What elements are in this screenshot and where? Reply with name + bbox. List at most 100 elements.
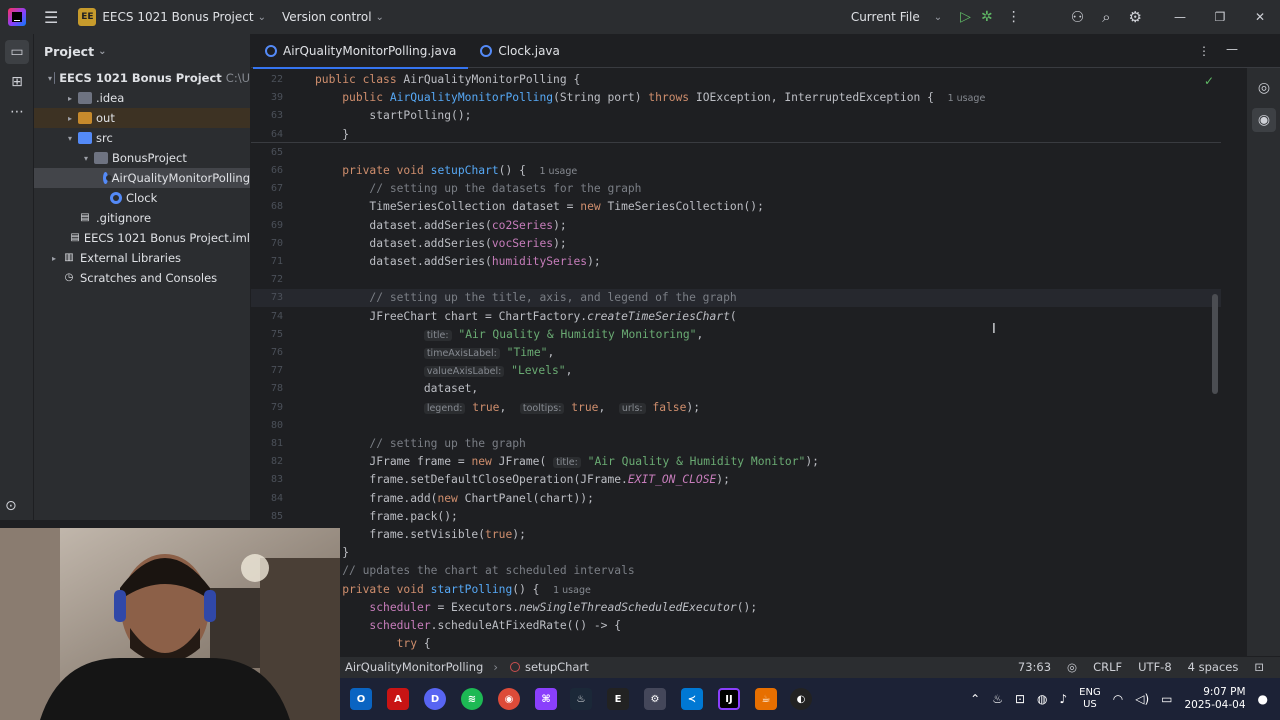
code-line[interactable]: 75 title: "Air Quality & Humidity Monito… xyxy=(251,326,1221,344)
tray-overflow-icon[interactable]: ⌃ xyxy=(970,692,980,706)
indent-setting[interactable]: 4 spaces xyxy=(1188,660,1239,674)
collapsed-arrow-icon[interactable]: ▸ xyxy=(64,114,76,123)
epic-games-app-icon[interactable]: E xyxy=(607,688,629,710)
code-line[interactable]: 85 frame.pack(); xyxy=(251,508,1221,526)
hide-panel-icon[interactable]: — xyxy=(1226,42,1238,56)
code-line[interactable]: 82 JFrame frame = new JFrame( title: "Ai… xyxy=(251,453,1221,471)
code-line[interactable]: 67 // setting up the datasets for the gr… xyxy=(251,180,1221,198)
structure-tool-icon[interactable]: ⊞ xyxy=(5,70,29,94)
project-name[interactable]: EECS 1021 Bonus Project xyxy=(102,10,253,24)
code-line[interactable]: 84 frame.add(new ChartPanel(chart)); xyxy=(251,490,1221,508)
steam-app-icon[interactable]: ♨ xyxy=(570,688,592,710)
file-encoding[interactable]: UTF-8 xyxy=(1138,660,1172,674)
tree-item[interactable]: AirQualityMonitorPolling xyxy=(34,168,250,188)
tree-item[interactable]: Clock xyxy=(34,188,250,208)
steam-tray-icon[interactable]: ♨ xyxy=(992,692,1003,706)
code-line[interactable]: 81 // setting up the graph xyxy=(251,435,1221,453)
readonly-toggle-icon[interactable]: ⊡ xyxy=(1254,660,1264,674)
intellij-logo-icon[interactable] xyxy=(8,8,26,26)
code-line[interactable]: 65 xyxy=(251,144,1221,162)
code-line[interactable]: 80 xyxy=(251,417,1221,435)
tree-item[interactable]: ▾ src xyxy=(34,128,250,148)
github-app-icon[interactable]: ◐ xyxy=(790,688,812,710)
code-line[interactable]: 92 try { xyxy=(251,635,1221,653)
breadcrumb-class[interactable]: AirQualityMonitorPolling xyxy=(345,660,483,674)
code-line[interactable]: 83 frame.setDefaultCloseOperation(JFrame… xyxy=(251,471,1221,489)
ai-status-icon[interactable]: ◎ xyxy=(1067,660,1077,674)
chevron-down-icon[interactable]: ⌄ xyxy=(376,12,384,23)
chevron-down-icon[interactable]: ⌄ xyxy=(934,12,942,23)
chrome-app-icon[interactable]: ◉ xyxy=(498,688,520,710)
expanded-arrow-icon[interactable]: ▾ xyxy=(48,74,52,83)
tab-options-icon[interactable]: ⋮ xyxy=(1198,44,1210,58)
vscode-app-icon[interactable]: ≺ xyxy=(681,688,703,710)
visual-studio-app-icon[interactable]: ⌘ xyxy=(535,688,557,710)
tab-airquality[interactable]: AirQualityMonitorPolling.java xyxy=(253,34,469,69)
code-line[interactable]: 66 private void setupChart() { 1 usage xyxy=(251,162,1221,180)
settings-gear-icon[interactable]: ⚙ xyxy=(1129,8,1142,26)
code-line[interactable]: 91 scheduler.scheduleAtFixedRate(() -> { xyxy=(251,617,1221,635)
notifications-icon[interactable]: ◎ xyxy=(1252,76,1276,100)
caret-position[interactable]: 73:63 xyxy=(1018,660,1051,674)
intellij-app-icon[interactable]: IJ xyxy=(718,688,740,710)
debug-icon[interactable]: ✲ xyxy=(981,9,993,25)
vertical-scrollbar[interactable] xyxy=(1212,294,1218,394)
tab-clock[interactable]: Clock.java xyxy=(468,34,572,68)
no-problems-check-icon[interactable]: ✓ xyxy=(1204,74,1214,88)
add-user-icon[interactable]: ⚇ xyxy=(1071,8,1084,26)
code-line[interactable]: 76 timeAxisLabel: "Time", xyxy=(251,344,1221,362)
code-line[interactable]: 71 dataset.addSeries(humiditySeries); xyxy=(251,253,1221,271)
minimize-icon[interactable]: — xyxy=(1160,10,1200,24)
code-line[interactable]: 88 // updates the chart at scheduled int… xyxy=(251,562,1221,580)
code-line[interactable]: 78 dataset, xyxy=(251,380,1221,398)
code-line[interactable]: 87 } xyxy=(251,544,1221,562)
java-app-icon[interactable]: ☕ xyxy=(755,688,777,710)
language-indicator[interactable]: ENG US xyxy=(1079,687,1101,711)
notification-center-icon[interactable]: ● xyxy=(1258,692,1268,706)
code-view[interactable]: 22 public class AirQualityMonitorPolling … xyxy=(251,68,1221,656)
close-icon[interactable]: ✕ xyxy=(1240,10,1280,24)
acrobat-app-icon[interactable]: A xyxy=(387,688,409,710)
more-actions-icon[interactable]: ⋮ xyxy=(1007,9,1021,25)
camera-tray-icon[interactable]: ⊡ xyxy=(1015,692,1025,706)
spotify-app-icon[interactable]: ≋ xyxy=(461,688,483,710)
tree-item[interactable]: ▸ ▥ External Libraries xyxy=(34,248,250,268)
tree-item[interactable]: ▤ .gitignore xyxy=(34,208,250,228)
search-icon[interactable]: ⌕ xyxy=(1102,8,1110,26)
code-line[interactable]: 69 dataset.addSeries(co2Series); xyxy=(251,217,1221,235)
collapsed-arrow-icon[interactable]: ▸ xyxy=(48,254,60,263)
breadcrumb-method[interactable]: setupChart xyxy=(525,660,589,674)
clock[interactable]: 9:07 PM 2025-04-04 xyxy=(1184,686,1245,712)
code-line[interactable]: 64 } xyxy=(251,126,1221,144)
project-tool-icon[interactable]: ▭ xyxy=(5,40,29,64)
microphone-icon[interactable]: ♪ xyxy=(1060,692,1068,706)
code-line[interactable]: 22 public class AirQualityMonitorPolling … xyxy=(251,71,1221,89)
maximize-icon[interactable]: ❐ xyxy=(1200,10,1240,24)
tree-item[interactable]: ▾ EECS 1021 Bonus Project C:\U xyxy=(34,68,250,88)
code-line[interactable]: 63 startPolling(); xyxy=(251,107,1221,125)
code-line[interactable]: 77 valueAxisLabel: "Levels", xyxy=(251,362,1221,380)
run-icon[interactable]: ▷ xyxy=(960,9,971,25)
expanded-arrow-icon[interactable]: ▾ xyxy=(80,154,92,163)
code-line[interactable]: 39 public AirQualityMonitorPolling(Strin… xyxy=(251,89,1221,108)
epic-tray-icon[interactable]: ◍ xyxy=(1037,692,1047,706)
code-line[interactable]: 86 frame.setVisible(true); xyxy=(251,526,1221,544)
code-line[interactable]: 72 xyxy=(251,271,1221,289)
code-line[interactable]: 79 legend: true, tooltips: true, urls: f… xyxy=(251,399,1221,417)
chevron-down-icon[interactable]: ⌄ xyxy=(98,46,106,57)
version-control-menu[interactable]: Version control xyxy=(282,10,372,24)
battery-icon[interactable]: ▭ xyxy=(1161,692,1172,706)
line-separator[interactable]: CRLF xyxy=(1093,660,1122,674)
wifi-icon[interactable]: ◠ xyxy=(1113,692,1123,706)
code-line[interactable]: 70 dataset.addSeries(vocSeries); xyxy=(251,235,1221,253)
chevron-down-icon[interactable]: ⌄ xyxy=(258,12,266,23)
code-line[interactable]: 74 JFreeChart chart = ChartFactory.creat… xyxy=(251,308,1221,326)
terminal-tool-icon[interactable]: ⊙ xyxy=(5,498,17,514)
project-badge[interactable]: EE xyxy=(78,8,97,26)
code-line[interactable]: 90 scheduler = Executors.newSingleThread… xyxy=(251,599,1221,617)
expanded-arrow-icon[interactable]: ▾ xyxy=(64,134,76,143)
tree-item[interactable]: ▸ out xyxy=(34,108,250,128)
tree-item[interactable]: ◷ Scratches and Consoles xyxy=(34,268,250,288)
code-line[interactable]: 89 private void startPolling() { 1 usage xyxy=(251,581,1221,599)
main-menu-icon[interactable]: ☰ xyxy=(44,8,58,27)
